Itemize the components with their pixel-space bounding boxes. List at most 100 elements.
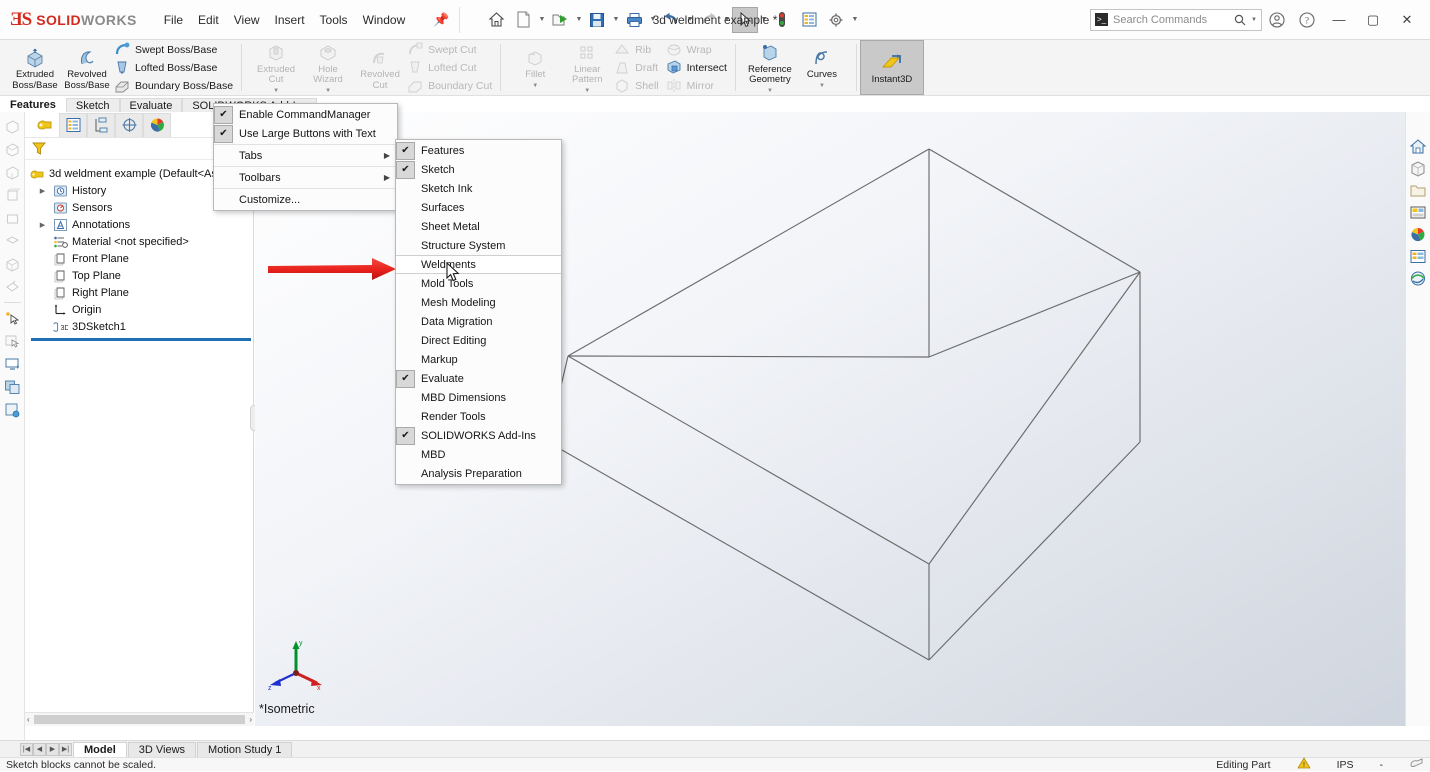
- tree-node-annotations[interactable]: ▶ Annotations: [29, 216, 253, 233]
- apply-scene-icon[interactable]: [913, 112, 934, 114]
- menu-tools[interactable]: Tools: [319, 11, 349, 29]
- heads-up-view-toolbar[interactable]: ▼ ▼ ▼ ▼ ▼: [710, 112, 996, 114]
- scrollbar-thumb[interactable]: [33, 715, 246, 724]
- submenu-item-data-migration[interactable]: Data Migration: [396, 312, 561, 331]
- search-input[interactable]: >_ Search Commands ▼: [1090, 8, 1262, 31]
- menu-insert[interactable]: Insert: [274, 11, 306, 29]
- submenu-item-sketch-ink[interactable]: Sketch Ink: [396, 179, 561, 198]
- print-icon[interactable]: [621, 7, 647, 33]
- boundary-cut-button[interactable]: Boundary Cut: [406, 77, 492, 94]
- chevron-down-icon[interactable]: ▼: [1251, 17, 1257, 23]
- boundary-boss-base-button[interactable]: Boundary Boss/Base: [113, 77, 233, 94]
- submenu-item-direct-editing[interactable]: Direct Editing: [396, 331, 561, 350]
- menu-toolbars[interactable]: Toolbars ▶: [214, 168, 397, 187]
- chevron-down-icon[interactable]: ▼: [574, 16, 583, 23]
- ribbon-toolbar[interactable]: Extruded Boss/Base Revolved Boss/Base Swep…: [0, 39, 1430, 128]
- scroll-right-icon[interactable]: ›: [249, 715, 252, 724]
- dimxpert-manager-tab[interactable]: [115, 112, 143, 137]
- front-view-icon[interactable]: [2, 116, 23, 137]
- view-palette-icon[interactable]: [1408, 202, 1429, 223]
- extruded-boss-base-button[interactable]: Extruded Boss/Base: [9, 44, 61, 91]
- options-list-icon[interactable]: [796, 7, 822, 33]
- new-window-icon[interactable]: [2, 399, 23, 420]
- tree-node-3dsketch1[interactable]: 3D 3DSketch1: [29, 318, 253, 335]
- draft-button[interactable]: Draft: [613, 59, 658, 76]
- chevron-down-icon[interactable]: ▼: [509, 81, 561, 92]
- display-manager-tab[interactable]: [143, 112, 171, 137]
- lofted-cut-button[interactable]: Lofted Cut: [406, 59, 492, 76]
- view-rail-toolbar[interactable]: [0, 112, 25, 742]
- chevron-down-icon[interactable]: ▼: [302, 86, 354, 97]
- submenu-item-mbd[interactable]: MBD: [396, 445, 561, 464]
- lofted-boss-base-button[interactable]: Lofted Boss/Base: [113, 59, 233, 76]
- tab-motion-study-1[interactable]: Motion Study 1: [197, 741, 293, 757]
- commandmanager-context-menu[interactable]: ✔ Enable CommandManager ✔ Use Large Butt…: [213, 103, 398, 211]
- bottom-view-icon[interactable]: [2, 231, 23, 252]
- tab-model[interactable]: Model: [73, 741, 127, 757]
- feature-manager-tab[interactable]: [31, 112, 59, 137]
- display-style-icon[interactable]: [2, 353, 23, 374]
- intersect-button[interactable]: Intersect: [665, 59, 727, 76]
- file-explorer-icon[interactable]: [1408, 180, 1429, 201]
- view-orientation-icon[interactable]: [798, 112, 819, 114]
- submenu-item-weldments[interactable]: Weldments: [396, 255, 561, 274]
- 3dexperience-icon[interactable]: [1408, 268, 1429, 289]
- chevron-down-icon[interactable]: ▼: [250, 86, 302, 97]
- open-folder-icon[interactable]: [547, 7, 573, 33]
- expand-arrow-icon[interactable]: ▶: [37, 221, 48, 229]
- chevron-down-icon[interactable]: ▼: [611, 16, 620, 23]
- display-style-icon[interactable]: [820, 112, 841, 114]
- tree-node-material[interactable]: Material <not specified>: [29, 233, 253, 250]
- tools-icon[interactable]: [1409, 757, 1424, 772]
- revolved-cut-button[interactable]: Revolved Cut: [354, 44, 406, 91]
- zoom-to-area-icon[interactable]: [732, 112, 753, 114]
- rib-button[interactable]: Rib: [613, 41, 658, 58]
- sw-resources-icon[interactable]: [1408, 136, 1429, 157]
- isometric-view-icon[interactable]: [2, 254, 23, 275]
- chevron-down-icon[interactable]: ▼: [759, 16, 768, 23]
- submenu-item-render-tools[interactable]: Render Tools: [396, 407, 561, 426]
- normal-to-icon[interactable]: [2, 277, 23, 298]
- swept-boss-base-button[interactable]: Swept Boss/Base: [113, 41, 233, 58]
- last-tab-icon[interactable]: ▶|: [59, 742, 72, 756]
- submenu-item-sheet-metal[interactable]: Sheet Metal: [396, 217, 561, 236]
- chevron-down-icon[interactable]: ▼: [796, 81, 848, 92]
- property-manager-tab[interactable]: [59, 112, 87, 137]
- swept-cut-button[interactable]: Swept Cut: [406, 41, 492, 58]
- tabs-submenu[interactable]: ✔ Features ✔ Sketch Sketch Ink Surfaces Sheet …: [395, 139, 562, 485]
- expand-arrow-icon[interactable]: ▶: [37, 187, 48, 195]
- zoom-to-fit-icon[interactable]: [710, 112, 731, 114]
- save-icon[interactable]: [584, 7, 610, 33]
- chevron-down-icon[interactable]: ▼: [648, 16, 657, 23]
- help-icon[interactable]: ?: [1292, 6, 1322, 34]
- tree-node-right-plane[interactable]: Right Plane: [29, 284, 253, 301]
- rebuild-icon[interactable]: [769, 7, 795, 33]
- submenu-item-sketch[interactable]: ✔ Sketch: [396, 160, 561, 179]
- submenu-item-analysis-preparation[interactable]: Analysis Preparation: [396, 464, 561, 483]
- quick-access-toolbar[interactable]: ▼ ▼ ▼ ▼ ▼ ▼ ▼ ▼: [483, 6, 859, 33]
- warning-icon[interactable]: !: [1296, 757, 1311, 772]
- submenu-item-features[interactable]: ✔ Features: [396, 141, 561, 160]
- linear-pattern-button[interactable]: Linear Pattern ▼: [561, 39, 613, 97]
- chevron-down-icon[interactable]: ▼: [722, 16, 731, 23]
- chevron-down-icon[interactable]: ▼: [561, 86, 613, 97]
- tab-nav-buttons[interactable]: |◀ ◀ ▶ ▶|: [20, 742, 72, 756]
- chevron-down-icon[interactable]: ▼: [744, 86, 796, 97]
- submenu-item-markup[interactable]: Markup: [396, 350, 561, 369]
- prev-tab-icon[interactable]: ◀: [33, 742, 46, 756]
- chevron-down-icon[interactable]: ▼: [685, 16, 694, 23]
- menu-file[interactable]: File: [163, 11, 184, 29]
- menu-customize[interactable]: Customize...: [214, 190, 397, 209]
- previous-view-icon[interactable]: [754, 112, 775, 114]
- shell-button[interactable]: Shell: [613, 77, 659, 94]
- pin-icon[interactable]: 📌: [432, 10, 450, 30]
- new-document-icon[interactable]: [510, 7, 536, 33]
- back-view-icon[interactable]: [2, 139, 23, 160]
- select-pointer-icon[interactable]: [732, 6, 759, 33]
- hide-show-icon[interactable]: [851, 112, 872, 114]
- mirror-button[interactable]: Mirror: [665, 77, 727, 94]
- rollback-bar[interactable]: [31, 338, 251, 341]
- next-tab-icon[interactable]: ▶: [46, 742, 59, 756]
- wrap-button[interactable]: Wrap: [665, 41, 727, 58]
- chevron-down-icon[interactable]: ▼: [850, 16, 859, 23]
